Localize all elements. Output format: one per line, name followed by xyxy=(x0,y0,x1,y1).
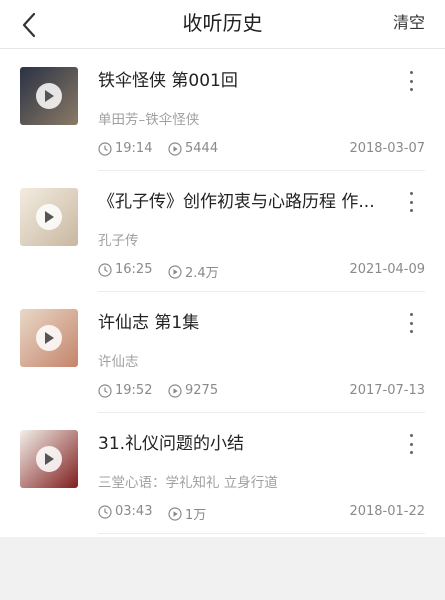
play-count-icon xyxy=(168,506,182,521)
cover-thumbnail[interactable] xyxy=(20,188,78,246)
page-title: 收听历史 xyxy=(182,11,263,35)
listen-date: 2018-03-07 xyxy=(349,141,425,156)
play-icon[interactable] xyxy=(36,325,62,351)
clock-icon xyxy=(98,504,112,519)
play-icon[interactable] xyxy=(36,204,62,230)
episode-title: 31.礼仪问题的小结 xyxy=(98,434,245,454)
cover-thumbnail[interactable] xyxy=(20,430,78,488)
list-item[interactable]: 许仙志 第1集 许仙志 19:52 9275 2017-07-13 xyxy=(0,291,445,413)
clock-icon xyxy=(98,383,112,398)
play-count: 1万 xyxy=(168,504,206,523)
play-count: 5444 xyxy=(168,141,218,156)
duration: 16:25 xyxy=(98,262,152,277)
play-count: 2.4万 xyxy=(168,262,219,281)
app-header: 收听历史 清空 xyxy=(0,0,445,49)
play-count-icon xyxy=(168,383,182,398)
episode-title: 《孔子传》创作初衷与心路历程 作... xyxy=(98,192,375,212)
album-name: 单田芳–铁伞怪侠 xyxy=(98,112,200,128)
album-name: 三堂心语：学礼知礼 立身行道 xyxy=(98,475,278,491)
history-list: 铁伞怪侠 第001回 单田芳–铁伞怪侠 19:14 5444 2018-03-0… xyxy=(0,49,445,537)
episode-title: 许仙志 第1集 xyxy=(98,313,200,333)
clear-button[interactable]: 清空 xyxy=(393,0,425,48)
clock-icon xyxy=(98,262,112,277)
duration: 03:43 xyxy=(98,504,152,519)
listen-date: 2021-04-09 xyxy=(349,262,425,277)
play-count: 9275 xyxy=(168,383,218,398)
play-count-icon xyxy=(168,264,182,279)
album-name: 许仙志 xyxy=(98,354,139,370)
list-item[interactable]: 铁伞怪侠 第001回 单田芳–铁伞怪侠 19:14 5444 2018-03-0… xyxy=(0,49,445,171)
more-options-icon[interactable] xyxy=(405,192,417,212)
cover-thumbnail[interactable] xyxy=(20,309,78,367)
album-name: 孔子传 xyxy=(98,233,139,249)
list-item[interactable]: 31.礼仪问题的小结 三堂心语：学礼知礼 立身行道 03:43 1万 2018-… xyxy=(0,412,445,534)
play-count-icon xyxy=(168,141,182,156)
list-item[interactable]: 《孔子传》创作初衷与心路历程 作... 孔子传 16:25 2.4万 2021-… xyxy=(0,170,445,292)
duration: 19:52 xyxy=(98,383,152,398)
more-options-icon[interactable] xyxy=(405,434,417,454)
cover-thumbnail[interactable] xyxy=(20,67,78,125)
listen-date: 2017-07-13 xyxy=(349,383,425,398)
duration: 19:14 xyxy=(98,141,152,156)
clock-icon xyxy=(98,141,112,156)
listen-date: 2018-01-22 xyxy=(349,504,425,519)
play-icon[interactable] xyxy=(36,446,62,472)
episode-title: 铁伞怪侠 第001回 xyxy=(98,71,238,91)
more-options-icon[interactable] xyxy=(405,313,417,333)
more-options-icon[interactable] xyxy=(405,71,417,91)
play-icon[interactable] xyxy=(36,83,62,109)
